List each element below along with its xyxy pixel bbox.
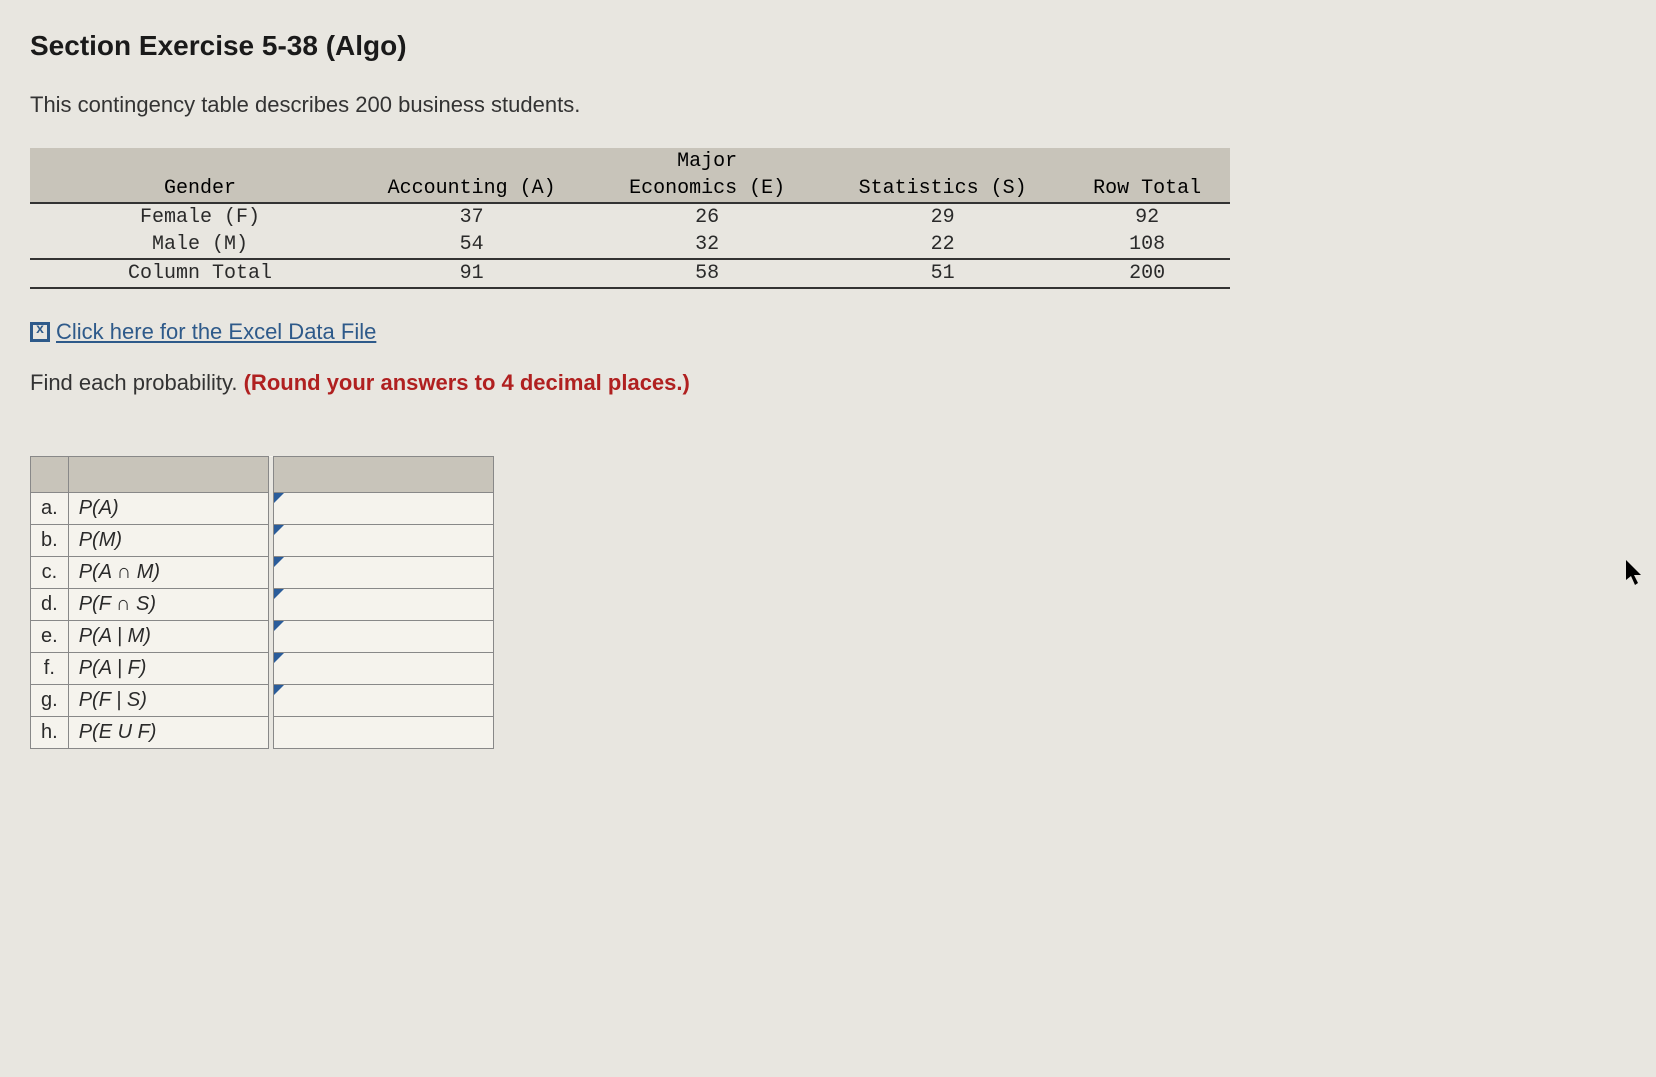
answer-label: P(A | F) (68, 653, 268, 685)
answer-input-cell[interactable] (273, 621, 493, 653)
answer-input-cell[interactable] (273, 653, 493, 685)
excel-link-text: Click here for the Excel Data File (56, 319, 376, 345)
answer-label: P(E U F) (68, 717, 268, 749)
answer-letter: e. (31, 621, 69, 653)
answer-row: f.P(A | F) (31, 653, 494, 685)
exercise-description: This contingency table describes 200 bus… (30, 92, 1626, 118)
answer-letter: a. (31, 493, 69, 525)
excel-icon (30, 322, 50, 342)
input-marker-icon (274, 493, 284, 503)
col-accounting: Accounting (A) (350, 175, 593, 203)
cell-m-a: 54 (350, 231, 593, 259)
answer-row: h.P(E U F) (31, 717, 494, 749)
answer-letter: c. (31, 557, 69, 589)
input-marker-icon (274, 685, 284, 695)
cell-total-s: 51 (821, 259, 1064, 288)
answer-input-cell[interactable] (273, 685, 493, 717)
page-title: Section Exercise 5-38 (Algo) (30, 30, 1626, 62)
cell-f-total: 92 (1064, 203, 1230, 231)
answer-row: d.P(F ∩ S) (31, 589, 494, 621)
col-row-total: Row Total (1064, 175, 1230, 203)
answer-label: P(F | S) (68, 685, 268, 717)
answer-label: P(M) (68, 525, 268, 557)
cell-m-e: 32 (593, 231, 821, 259)
col-economics: Economics (E) (593, 175, 821, 203)
contingency-table: Major Gender Accounting (A) Economics (E… (30, 148, 1230, 289)
answer-rows: a.P(A)b.P(M)c.P(A ∩ M)d.P(F ∩ S)e.P(A | … (31, 493, 494, 749)
row-male-label: Male (M) (30, 231, 350, 259)
answer-row: b.P(M) (31, 525, 494, 557)
excel-file-link[interactable]: Click here for the Excel Data File (30, 319, 376, 345)
answer-table: a.P(A)b.P(M)c.P(A ∩ M)d.P(F ∩ S)e.P(A | … (30, 456, 494, 749)
answer-input-cell[interactable] (273, 557, 493, 589)
cell-f-e: 26 (593, 203, 821, 231)
input-marker-icon (274, 557, 284, 567)
answer-label: P(F ∩ S) (68, 589, 268, 621)
answer-letter: f. (31, 653, 69, 685)
instruction-text: Find each probability. (Round your answe… (30, 370, 1626, 396)
major-header: Major (593, 148, 821, 175)
answer-input-cell[interactable] (273, 717, 493, 749)
cursor-icon (1626, 560, 1644, 586)
row-female-label: Female (F) (30, 203, 350, 231)
cell-f-s: 29 (821, 203, 1064, 231)
col-statistics: Statistics (S) (821, 175, 1064, 203)
cell-m-total: 108 (1064, 231, 1230, 259)
answer-label: P(A ∩ M) (68, 557, 268, 589)
answer-letter: g. (31, 685, 69, 717)
answer-row: c.P(A ∩ M) (31, 557, 494, 589)
answer-input-cell[interactable] (273, 589, 493, 621)
answer-label: P(A) (68, 493, 268, 525)
instruction-emphasis: (Round your answers to 4 decimal places.… (244, 370, 690, 395)
cell-f-a: 37 (350, 203, 593, 231)
answer-letter: d. (31, 589, 69, 621)
answer-row: g.P(F | S) (31, 685, 494, 717)
cell-grand-total: 200 (1064, 259, 1230, 288)
answer-label: P(A | M) (68, 621, 268, 653)
answer-row: e.P(A | M) (31, 621, 494, 653)
answer-input-cell[interactable] (273, 525, 493, 557)
answer-row: a.P(A) (31, 493, 494, 525)
answer-letter: b. (31, 525, 69, 557)
cell-m-s: 22 (821, 231, 1064, 259)
input-marker-icon (274, 525, 284, 535)
answer-letter: h. (31, 717, 69, 749)
input-marker-icon (274, 653, 284, 663)
input-marker-icon (274, 621, 284, 631)
gender-header: Gender (30, 175, 350, 203)
cell-total-a: 91 (350, 259, 593, 288)
cell-total-e: 58 (593, 259, 821, 288)
answer-input-cell[interactable] (273, 493, 493, 525)
input-marker-icon (274, 589, 284, 599)
row-coltotal-label: Column Total (30, 259, 350, 288)
